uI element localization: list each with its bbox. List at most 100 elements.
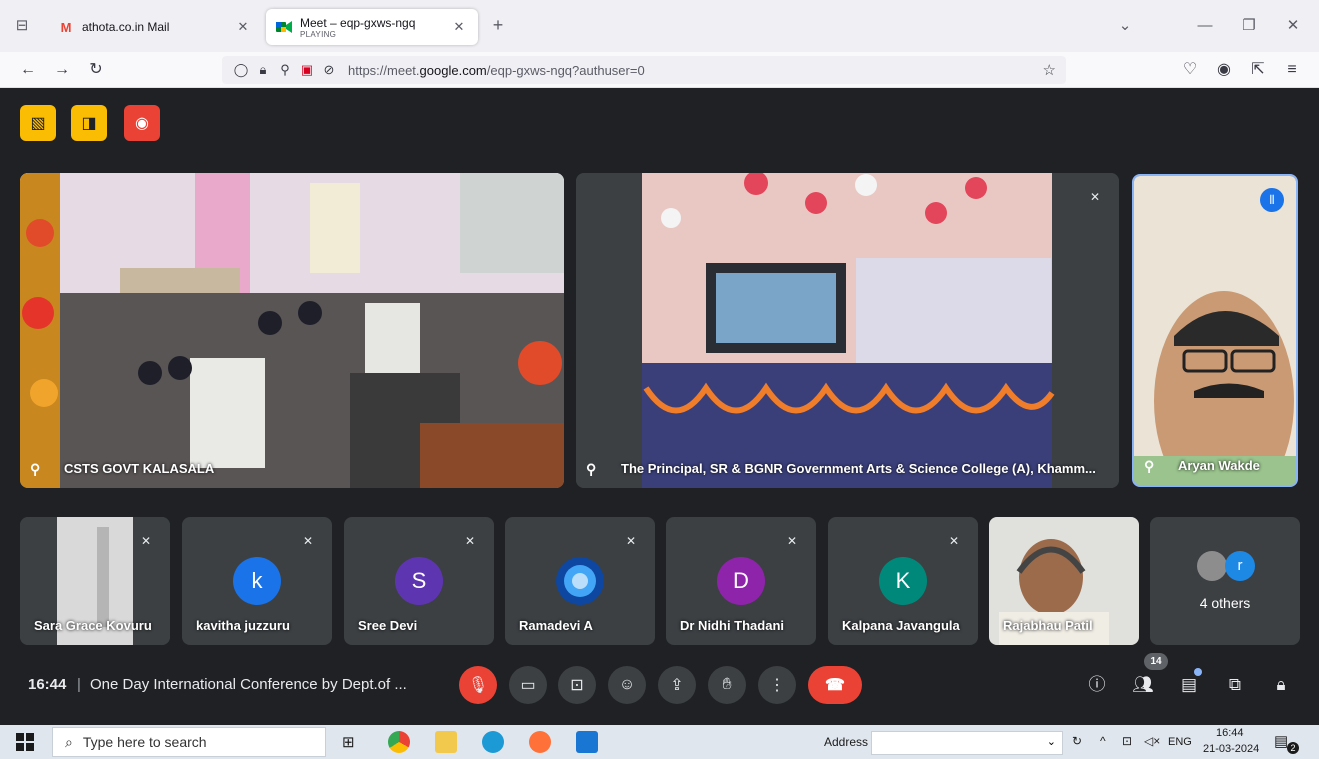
reload-button[interactable]: ↻ [84,58,108,82]
pocket-icon[interactable]: ♡ [1178,58,1202,82]
phone-hangup-icon: ☎︎ [825,677,845,694]
camera-permission-icon[interactable]: ▣ [296,62,318,78]
close-icon[interactable]: ✕ [450,19,468,35]
participant-name: kavitha juzzuru [196,618,290,633]
windows-taskbar: ⌕ Type here to search ⊞ Address ⌄ ↻ ^ ⊡ … [0,725,1319,759]
new-tab-button[interactable]: + [486,14,510,38]
participant-tile[interactable]: ✕ S Sree Devi [344,517,494,645]
menu-icon[interactable]: ≡ [1280,58,1304,82]
refresh-icon[interactable]: ↻ [1072,734,1082,748]
url-host: google.com [419,62,487,78]
info-icon: ⓘ [1088,675,1106,694]
muted-icon: ✕ [134,529,158,553]
participant-tile[interactable]: ✕ Sara Grace Kovuru [20,517,170,645]
meet-area: ▧ ◨ ◉ ⚲ CSTS GOVT KALASALA ✕ ⚲ The Princ… [0,88,1319,725]
address-input[interactable]: ⌄ [871,731,1063,755]
clock-date[interactable]: 21-03-2024 [1203,743,1259,755]
video-tile-classroom[interactable]: ⚲ CSTS GOVT KALASALA [20,173,564,488]
taskbar-search-box[interactable]: ⌕ Type here to search [52,727,326,757]
participant-tile[interactable]: Rajabhau Patil [989,517,1139,645]
language-indicator[interactable]: ENG [1168,736,1192,748]
video-tile-speaker[interactable]: ⦀ ⚲ Aryan Wakde [1132,174,1298,487]
navigation-bar: ← → ↻ ◯ 🔒︎ ⚲ ▣ ⊘ https://meet.google.com… [0,52,1319,88]
forward-button[interactable]: → [50,58,74,82]
search-placeholder: Type here to search [82,734,207,750]
account-icon[interactable]: ◉ [1212,58,1236,82]
recording-icon[interactable]: ◉ [124,105,160,141]
more-options-button[interactable]: ⋮ [758,666,796,704]
camera-off-indicator-icon[interactable]: ▧ [20,105,56,141]
permissions-icon[interactable]: ⚲ [274,62,296,78]
firefox-icon[interactable] [529,731,551,753]
participant-name: Aryan Wakde [1178,458,1260,473]
bookmark-star-icon[interactable]: ☆ [1043,61,1056,79]
mic-off-button[interactable]: 🎙︎ [459,666,497,704]
url-prefix: https://meet. [348,62,420,78]
camera-button[interactable]: ▭ [509,666,547,704]
task-view-icon[interactable]: ⊞ [342,733,355,751]
search-icon: ⌕ [65,733,73,750]
back-button[interactable]: ← [16,58,40,82]
tab-gmail[interactable]: M athota.co.in Mail ✕ [48,9,262,45]
activities-button[interactable]: ⧉ [1220,670,1250,700]
shield-icon[interactable]: ◯ [230,62,252,78]
file-explorer-icon[interactable] [435,731,457,753]
edge-icon[interactable] [482,731,504,753]
camera-icon: ▭ [520,677,536,694]
volume-muted-icon[interactable]: ◁× [1144,734,1160,748]
present-button[interactable]: ⇪ [658,666,696,704]
tab-meet[interactable]: Meet – eqp-gxws-ngq PLAYING ✕ [266,9,478,45]
participant-name: Dr Nidhi Thadani [680,618,784,633]
pin-icon[interactable]: ⚲ [30,461,40,478]
clock-time[interactable]: 16:44 [1216,727,1244,739]
participant-tile[interactable]: ✕ Ramadevi A [505,517,655,645]
mail-icon[interactable] [576,731,598,753]
people-icon: 👥︎ [1132,675,1154,694]
speaker-video [1134,176,1296,485]
others-tile[interactable]: r 4 others [1150,517,1300,645]
avatar: D [717,557,765,605]
avatar: S [395,557,443,605]
participant-tile[interactable]: ✕ D Dr Nidhi Thadani [666,517,816,645]
close-icon[interactable]: ✕ [234,19,252,35]
participant-name: Ramadevi A [519,618,593,633]
chrome-icon[interactable] [388,731,410,753]
lock-icon[interactable]: 🔒︎ [252,62,274,78]
restore-button[interactable]: ❐ [1234,14,1264,38]
network-icon[interactable]: ⊡ [1122,734,1132,748]
emoji-button[interactable]: ☺ [608,666,646,704]
windows-start-icon[interactable] [16,733,34,751]
participant-name: The Principal, SR & BGNR Government Arts… [621,461,1096,476]
muted-icon: ✕ [780,529,804,553]
close-window-button[interactable]: ✕ [1278,14,1308,38]
playing-label: PLAYING [300,29,337,39]
participant-tile[interactable]: ✕ k kavitha juzzuru [182,517,332,645]
activities-icon: ⧉ [1228,675,1242,694]
raise-hand-button[interactable]: ✋︎ [708,666,746,704]
muted-icon: ✕ [458,529,482,553]
host-controls-button[interactable]: 🔒︎ [1266,670,1296,700]
video-tile-principal[interactable]: ✕ ⚲ The Principal, SR & BGNR Government … [576,173,1119,488]
captions-button[interactable]: ⊡ [558,666,596,704]
minimize-button[interactable]: — [1190,14,1220,38]
host-controls-icon[interactable]: ◨ [71,105,107,141]
url-bar[interactable]: ◯ 🔒︎ ⚲ ▣ ⊘ https://meet.google.com/eqp-g… [222,56,1066,84]
participant-tile[interactable]: ✕ K Kalpana Javangula [828,517,978,645]
participant-name: Rajabhau Patil [1003,618,1093,633]
meeting-title: One Day International Conference by Dept… [90,676,407,693]
url-path: /eqp-gxws-ngq?authuser=0 [486,62,645,78]
participant-name: CSTS GOVT KALASALA [64,461,215,476]
meeting-info-button[interactable]: ⓘ [1082,670,1112,700]
extensions-icon[interactable]: ⇱ [1246,58,1270,82]
tab-list-icon[interactable]: ⊟ [10,14,34,38]
pin-icon[interactable]: ⚲ [586,461,596,478]
chevron-down-icon[interactable]: ⌄ [1047,735,1056,748]
chevron-down-icon[interactable]: ⌄ [1110,14,1140,38]
leave-call-button[interactable]: ☎︎ [808,666,862,704]
chevron-up-icon[interactable]: ^ [1100,734,1106,748]
pin-icon[interactable]: ⚲ [1144,458,1154,475]
tab-title: athota.co.in Mail [82,20,170,34]
more-vert-icon: ⋮ [769,677,785,694]
people-button[interactable]: 👥︎ [1128,670,1158,700]
autoplay-blocked-icon[interactable]: ⊘ [318,62,340,78]
